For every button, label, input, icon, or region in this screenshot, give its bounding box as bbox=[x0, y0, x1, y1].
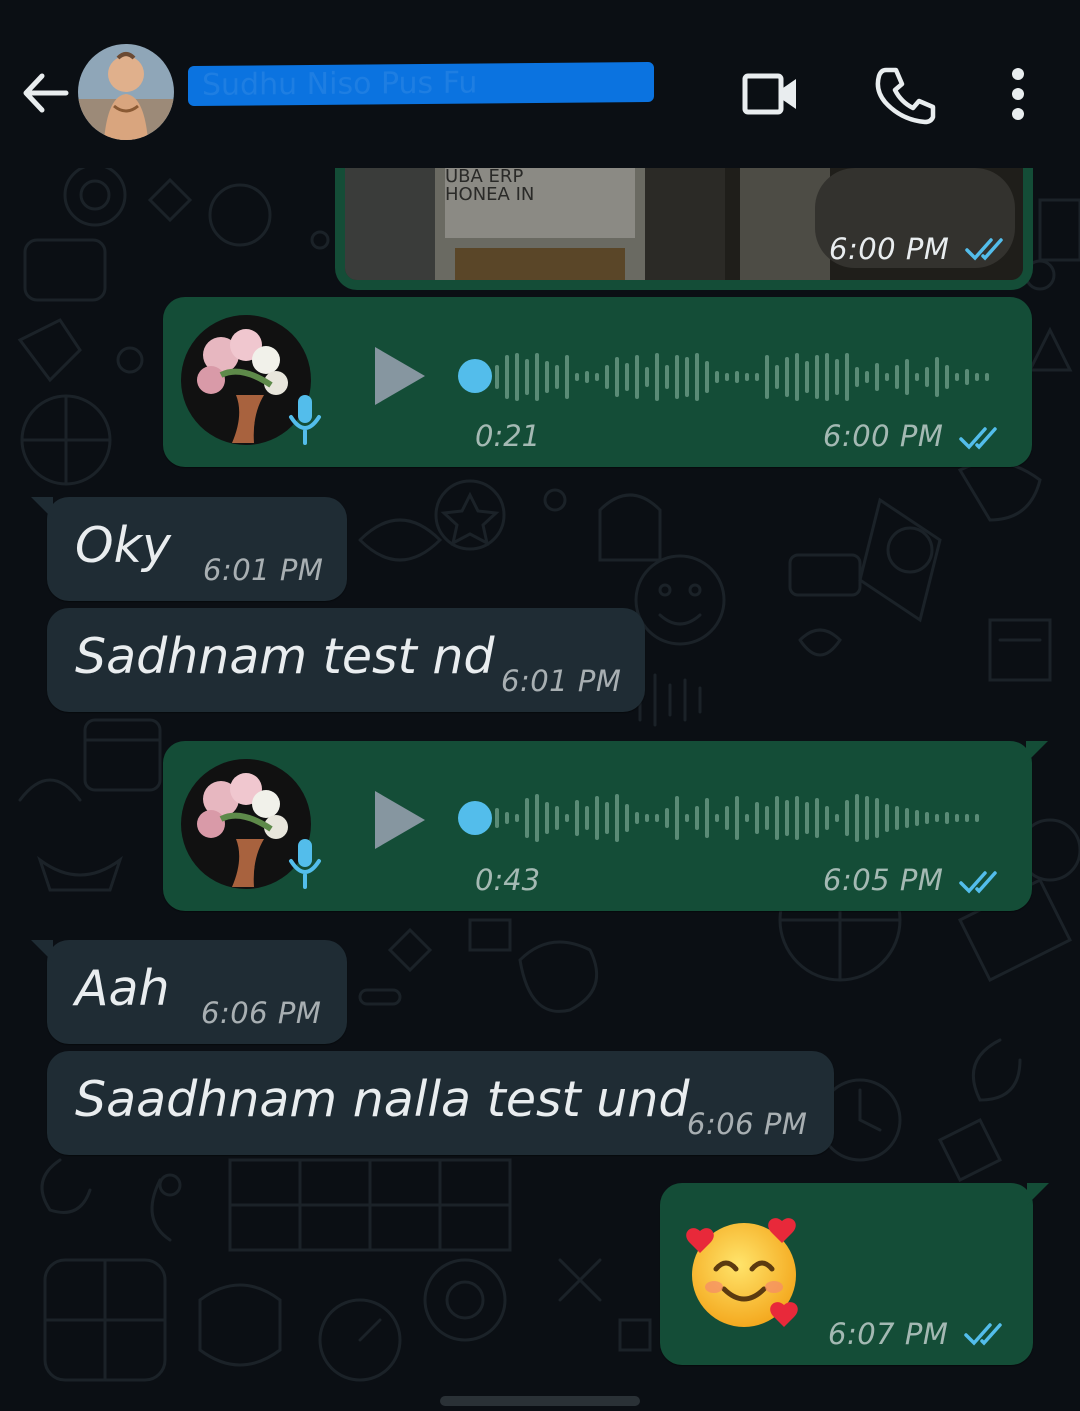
incoming-message-bubble[interactable]: Sadhnam test nd 6:01 PM bbox=[47, 608, 645, 712]
incoming-message-bubble[interactable]: Saadhnam nalla test und 6:06 PM bbox=[47, 1051, 834, 1155]
read-receipt-icon bbox=[965, 238, 1003, 261]
message-time: 6:06 PM bbox=[201, 996, 322, 1030]
playback-scrubber[interactable] bbox=[458, 801, 492, 835]
message-time: 6:07 PM bbox=[828, 1317, 949, 1351]
emoji-message-bubble[interactable]: 6:07 PM bbox=[660, 1183, 1049, 1365]
audio-waveform[interactable] bbox=[493, 347, 993, 407]
read-receipt-icon bbox=[964, 1323, 1002, 1346]
message-text: Sadhnam test nd bbox=[75, 628, 495, 685]
mic-icon bbox=[289, 395, 321, 445]
play-button[interactable] bbox=[371, 789, 427, 851]
contact-avatar[interactable] bbox=[78, 44, 174, 140]
message-time: 6:00 PM bbox=[823, 419, 944, 453]
message-text: Saadhnam nalla test und bbox=[75, 1071, 690, 1128]
message-time: 6:05 PM bbox=[823, 863, 944, 897]
message-time: 6:00 PM bbox=[829, 232, 950, 266]
video-call-icon[interactable] bbox=[738, 62, 802, 126]
message-text: Aah bbox=[75, 960, 170, 1017]
read-receipt-icon bbox=[959, 871, 997, 894]
message-time: 6:06 PM bbox=[687, 1107, 808, 1141]
chat-header: Sudhu Niso Pus Fu bbox=[0, 0, 1080, 168]
play-button[interactable] bbox=[371, 345, 427, 407]
mic-icon bbox=[289, 839, 321, 889]
contact-name-text: Sudhu Niso Pus Fu bbox=[202, 65, 478, 103]
voice-message-bubble: 0:21 6:00 PM bbox=[163, 297, 1032, 467]
smiling-face-with-hearts-emoji bbox=[686, 1218, 798, 1327]
voice-duration: 0:21 bbox=[475, 419, 541, 453]
voice-duration: 0:43 bbox=[475, 863, 541, 897]
incoming-message-bubble[interactable]: Oky 6:01 PM bbox=[31, 497, 347, 601]
read-receipt-icon bbox=[959, 427, 997, 450]
message-time: 6:01 PM bbox=[203, 553, 324, 587]
message-time: 6:01 PM bbox=[501, 664, 622, 698]
image-label-text: UBA ERP HONEA IN bbox=[445, 168, 535, 205]
more-vert-icon[interactable] bbox=[986, 62, 1050, 126]
back-arrow-icon[interactable] bbox=[18, 66, 72, 120]
voice-call-icon[interactable] bbox=[872, 62, 936, 126]
audio-waveform[interactable] bbox=[493, 788, 993, 848]
contact-name-redacted[interactable]: Sudhu Niso Pus Fu bbox=[188, 61, 654, 107]
voice-message-bubble: 0:43 6:05 PM bbox=[163, 741, 1048, 911]
playback-scrubber[interactable] bbox=[458, 359, 492, 393]
incoming-message-bubble[interactable]: Aah 6:06 PM bbox=[31, 940, 347, 1044]
message-text: Oky bbox=[75, 517, 171, 574]
image-message-bubble[interactable]: UBA ERP HONEA IN 6:00 PM bbox=[335, 150, 1033, 290]
scroll-indicator bbox=[440, 1396, 640, 1406]
